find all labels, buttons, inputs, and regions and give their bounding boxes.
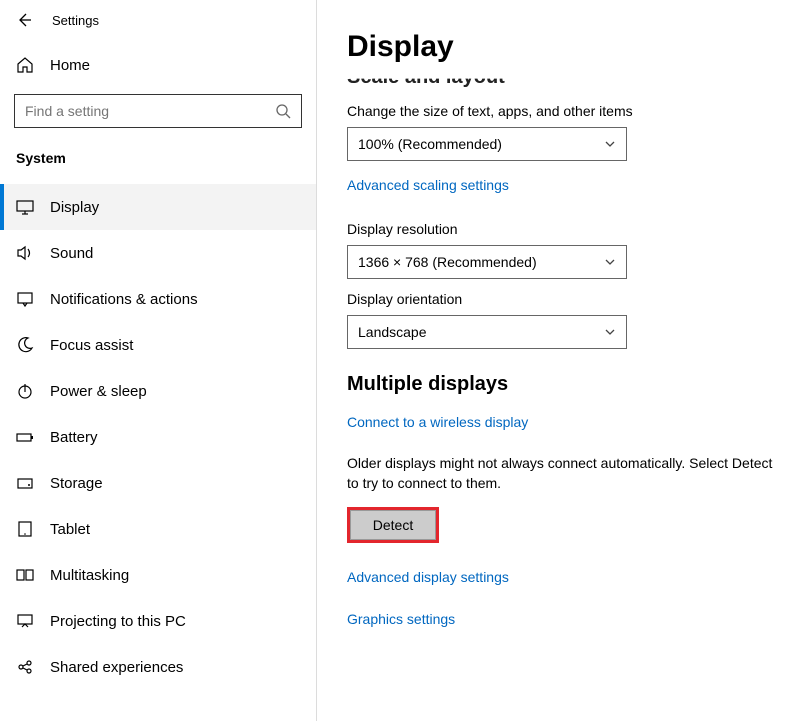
- sidebar-item-shared-experiences[interactable]: Shared experiences: [0, 644, 316, 690]
- page-title: Display: [347, 30, 773, 64]
- scale-select-value: 100% (Recommended): [358, 136, 502, 152]
- orientation-select-value: Landscape: [358, 324, 427, 340]
- advanced-display-link[interactable]: Advanced display settings: [347, 569, 509, 585]
- focus-assist-icon: [16, 336, 34, 354]
- sidebar-item-power-sleep[interactable]: Power & sleep: [0, 368, 316, 414]
- back-arrow-icon[interactable]: [16, 12, 32, 28]
- tablet-icon: [16, 520, 34, 538]
- chevron-down-icon: [604, 138, 616, 150]
- battery-icon: [16, 428, 34, 446]
- sidebar-item-label: Storage: [50, 475, 103, 492]
- sidebar-item-focus-assist[interactable]: Focus assist: [0, 322, 316, 368]
- sidebar-item-label: Power & sleep: [50, 383, 147, 400]
- nav-list: Display Sound Notifications & actions Fo…: [0, 184, 316, 690]
- scale-field-label: Change the size of text, apps, and other…: [347, 103, 773, 119]
- search-box[interactable]: [14, 94, 302, 128]
- multiple-displays-heading: Multiple displays: [347, 373, 773, 396]
- chevron-down-icon: [604, 256, 616, 268]
- connect-wireless-link[interactable]: Connect to a wireless display: [347, 414, 528, 430]
- resolution-select[interactable]: 1366 × 768 (Recommended): [347, 245, 627, 279]
- advanced-scaling-link[interactable]: Advanced scaling settings: [347, 177, 509, 193]
- detect-button-highlight: Detect: [347, 507, 439, 543]
- sidebar-item-notifications[interactable]: Notifications & actions: [0, 276, 316, 322]
- sidebar-item-label: Display: [50, 199, 99, 216]
- sidebar-item-label: Tablet: [50, 521, 90, 538]
- sidebar-item-label: Sound: [50, 245, 93, 262]
- sidebar-item-label: Multitasking: [50, 567, 129, 584]
- sidebar-item-multitasking[interactable]: Multitasking: [0, 552, 316, 598]
- sidebar: Settings Home System Display Sound: [0, 0, 316, 721]
- scale-select[interactable]: 100% (Recommended): [347, 127, 627, 161]
- home-nav[interactable]: Home: [0, 44, 316, 86]
- sidebar-item-projecting[interactable]: Projecting to this PC: [0, 598, 316, 644]
- sidebar-item-label: Notifications & actions: [50, 291, 198, 308]
- power-icon: [16, 382, 34, 400]
- home-icon: [16, 56, 34, 74]
- older-displays-text: Older displays might not always connect …: [347, 454, 773, 493]
- search-icon: [275, 103, 291, 119]
- detect-button[interactable]: Detect: [350, 510, 436, 540]
- multitasking-icon: [16, 566, 34, 584]
- sidebar-item-sound[interactable]: Sound: [0, 230, 316, 276]
- sound-icon: [16, 244, 34, 262]
- app-title: Settings: [52, 13, 99, 28]
- home-label: Home: [50, 57, 90, 74]
- header-bar: Settings: [0, 6, 316, 38]
- projecting-icon: [16, 612, 34, 630]
- resolution-field-label: Display resolution: [347, 221, 773, 237]
- sidebar-item-label: Focus assist: [50, 337, 133, 354]
- sidebar-item-label: Shared experiences: [50, 659, 183, 676]
- sidebar-item-battery[interactable]: Battery: [0, 414, 316, 460]
- sidebar-item-storage[interactable]: Storage: [0, 460, 316, 506]
- orientation-select[interactable]: Landscape: [347, 315, 627, 349]
- resolution-select-value: 1366 × 768 (Recommended): [358, 254, 537, 270]
- notifications-icon: [16, 290, 34, 308]
- chevron-down-icon: [604, 326, 616, 338]
- sidebar-item-tablet[interactable]: Tablet: [0, 506, 316, 552]
- display-icon: [16, 198, 34, 216]
- shared-icon: [16, 658, 34, 676]
- orientation-field-label: Display orientation: [347, 291, 773, 307]
- sidebar-item-label: Projecting to this PC: [50, 613, 186, 630]
- category-label: System: [0, 140, 316, 176]
- search-input[interactable]: [25, 103, 275, 119]
- sidebar-item-label: Battery: [50, 429, 98, 446]
- storage-icon: [16, 474, 34, 492]
- main-content: Display Scale and layout Change the size…: [317, 0, 793, 721]
- graphics-settings-link[interactable]: Graphics settings: [347, 611, 455, 627]
- sidebar-item-display[interactable]: Display: [0, 184, 316, 230]
- scale-layout-heading: Scale and layout: [347, 66, 773, 89]
